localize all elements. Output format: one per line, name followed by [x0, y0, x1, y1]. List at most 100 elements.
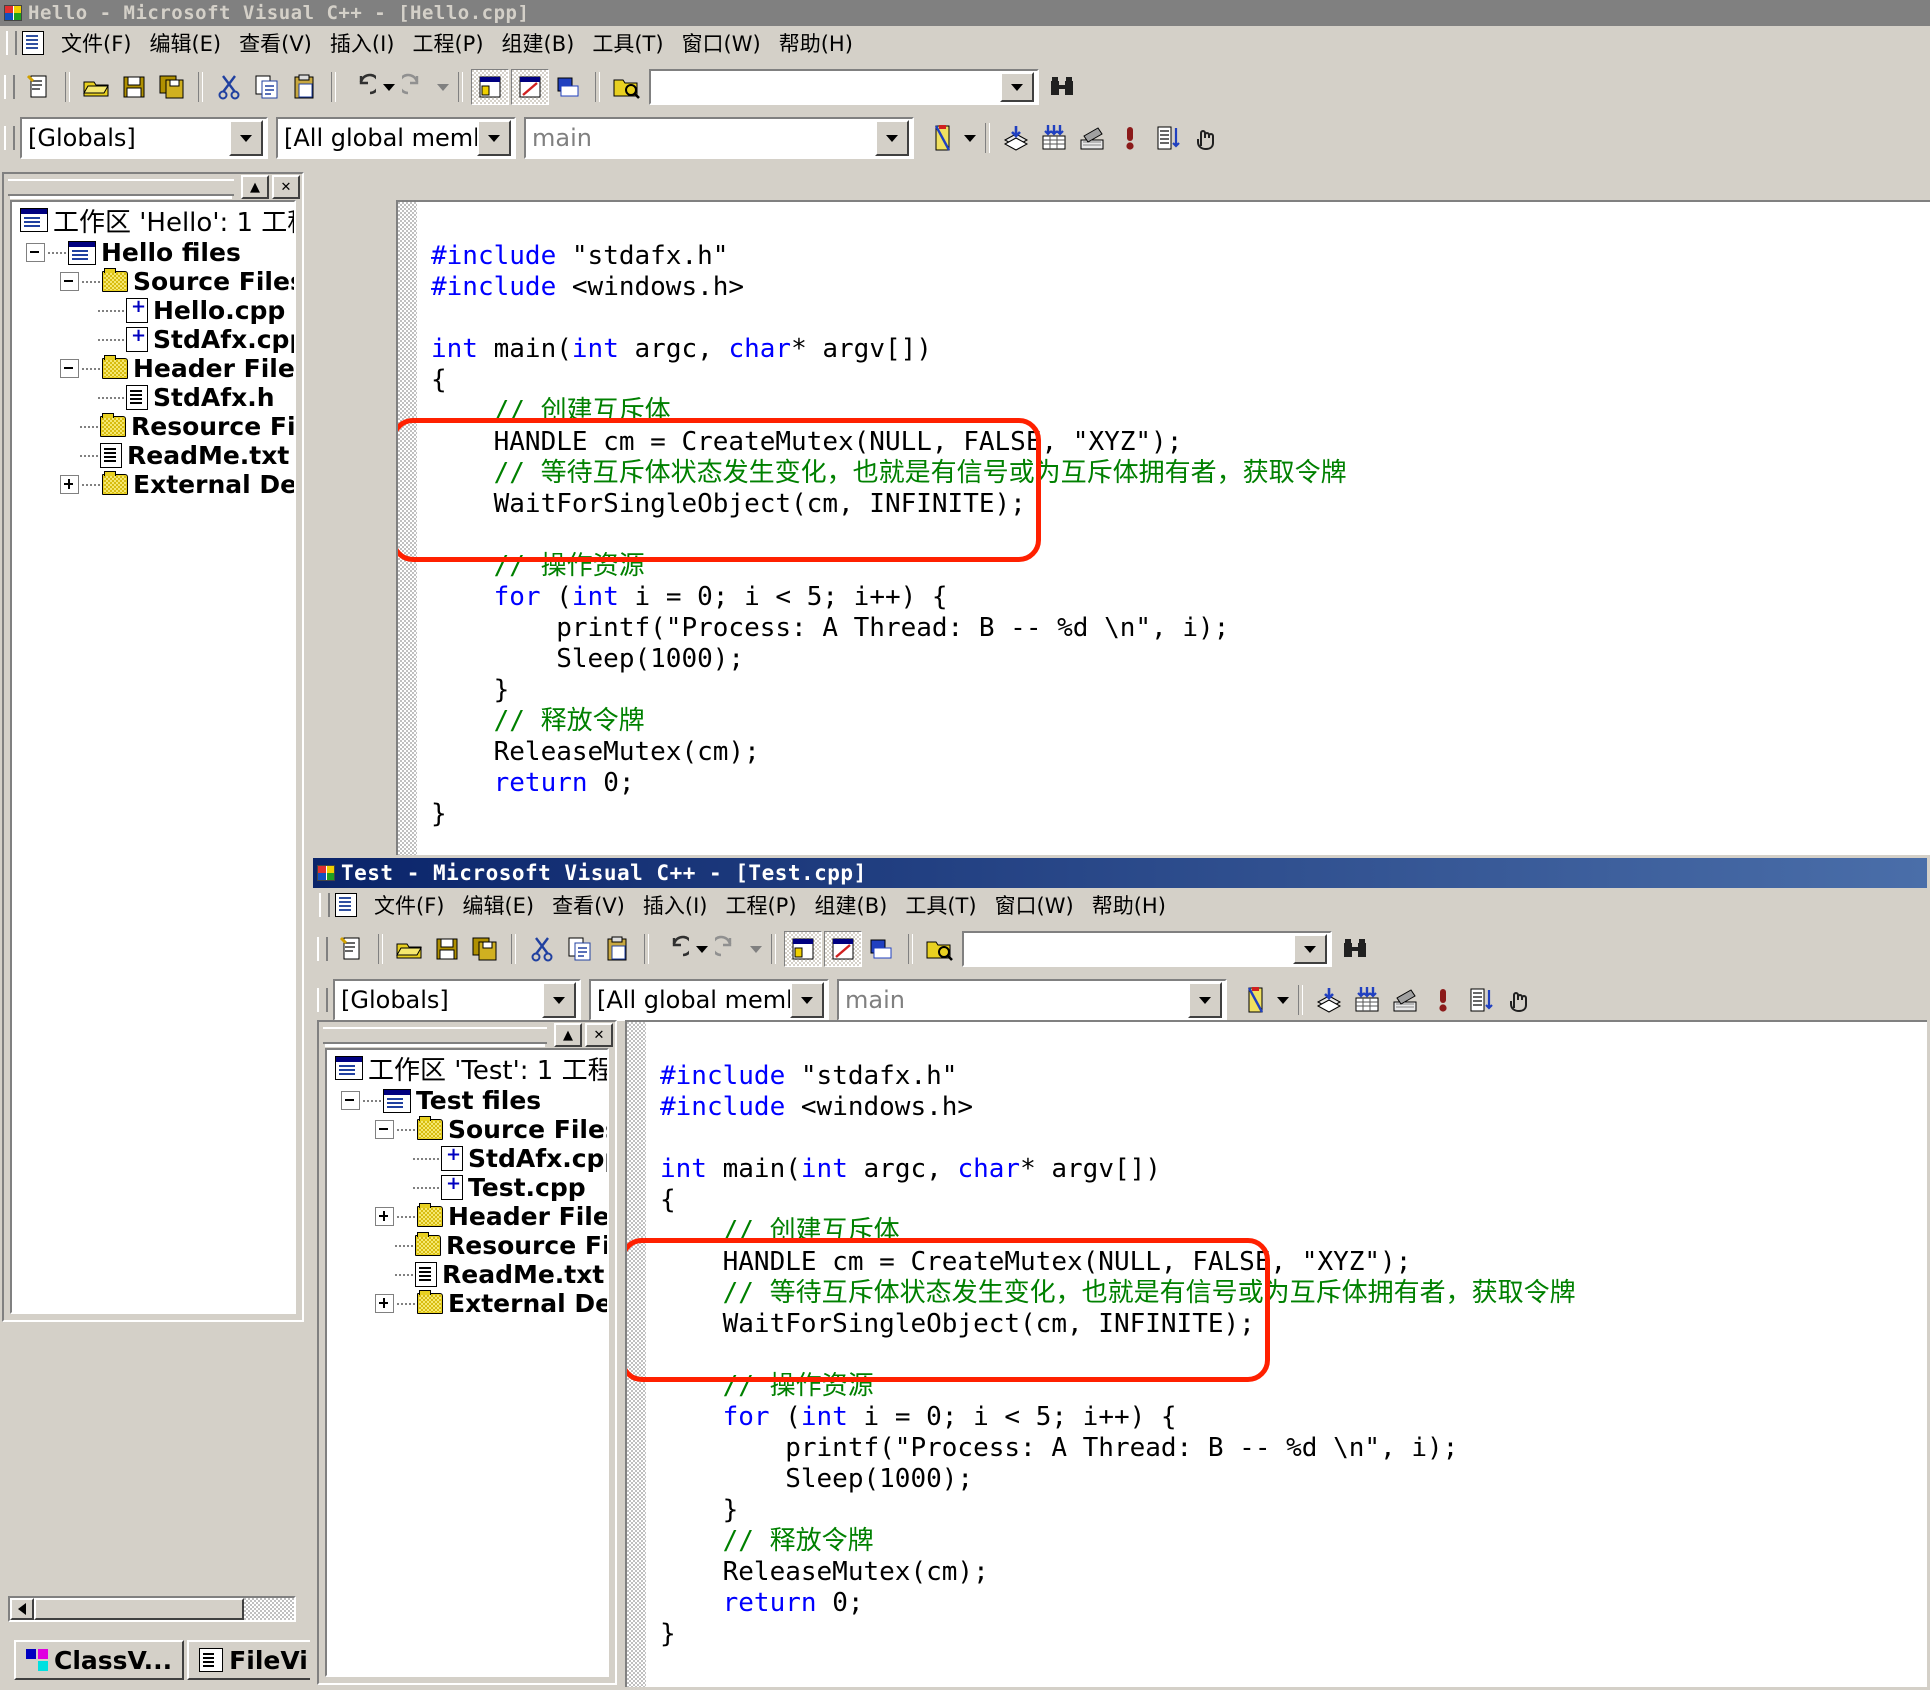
menu-tools[interactable]: 工具(T): [896, 887, 985, 923]
output-toggle-icon[interactable]: [824, 931, 862, 967]
compile-stack-icon[interactable]: [1311, 983, 1347, 1017]
menubar-gripper[interactable]: [319, 893, 330, 917]
members-combo[interactable]: [All global members: [276, 117, 516, 159]
cut-icon[interactable]: [211, 70, 247, 104]
open-folder-icon[interactable]: [391, 932, 427, 966]
tree-item-readme[interactable]: ReadMe.txt: [12, 441, 294, 470]
find-combo-input[interactable]: [962, 931, 1332, 967]
hand-icon[interactable]: [1501, 983, 1537, 1017]
menu-help[interactable]: 帮助(H): [1083, 887, 1175, 923]
symbol-combo-dropdown-icon[interactable]: [875, 120, 909, 156]
vc-window-test[interactable]: Test - Microsoft Visual C++ - [Test.cpp]…: [310, 855, 1930, 1690]
symbol-combo-dropdown-icon[interactable]: [1188, 982, 1222, 1018]
bookmark-dropdown-icon[interactable]: [1275, 983, 1291, 1017]
workspace-pane-caption[interactable]: ▲ ✕: [319, 1022, 615, 1047]
members-combo-dropdown-icon[interactable]: [477, 120, 511, 156]
standard-toolbar-test[interactable]: [313, 923, 1927, 975]
copy-icon[interactable]: [249, 70, 285, 104]
new-file-icon[interactable]: [334, 932, 370, 966]
window-titlebar-hello[interactable]: Hello - Microsoft Visual C++ - [Hello.cp…: [0, 0, 1930, 26]
tree-item-test-cpp[interactable]: Test.cpp: [327, 1173, 607, 1202]
expander-minus-icon[interactable]: [60, 359, 79, 378]
menubar-test[interactable]: 文件(F) 编辑(E) 查看(V) 插入(I) 工程(P) 组建(B) 工具(T…: [313, 888, 1927, 923]
stop-build-icon[interactable]: [1387, 983, 1423, 1017]
save-all-icon[interactable]: [467, 932, 503, 966]
wizardbar-test[interactable]: [Globals] [All global members main: [313, 975, 1927, 1025]
find-combo-input[interactable]: [649, 69, 1039, 105]
toolbar-gripper[interactable]: [317, 937, 328, 961]
undo-icon[interactable]: [344, 70, 380, 104]
tree-item-project[interactable]: Test files: [327, 1086, 607, 1115]
menu-window[interactable]: 窗口(W): [673, 25, 770, 61]
list-icon[interactable]: [1463, 983, 1499, 1017]
find-in-files-icon[interactable]: [921, 932, 957, 966]
tree-item-source-files[interactable]: Source Files: [12, 267, 294, 296]
workspace-pane-test[interactable]: ▲ ✕ 工作区 'Test': 1 工程 Test files Source F…: [317, 1020, 617, 1685]
tree-item-resource-files[interactable]: Resource Files: [12, 412, 294, 441]
expander-minus-icon[interactable]: [26, 243, 45, 262]
redo-icon[interactable]: [398, 70, 434, 104]
expander-plus-icon[interactable]: [375, 1294, 394, 1313]
workspace-toggle-icon[interactable]: [784, 931, 822, 967]
menu-help[interactable]: 帮助(H): [770, 25, 862, 61]
hand-icon[interactable]: [1188, 121, 1224, 155]
tree-item-hello-cpp[interactable]: Hello.cpp: [12, 296, 294, 325]
undo-icon[interactable]: [657, 932, 693, 966]
tree-item-readme[interactable]: ReadMe.txt: [327, 1260, 607, 1289]
expander-plus-icon[interactable]: [375, 1207, 394, 1226]
redo-dropdown-icon[interactable]: [748, 932, 764, 966]
menu-build[interactable]: 组建(B): [806, 887, 897, 923]
pane-maximize-icon[interactable]: ▲: [241, 175, 269, 199]
scope-combo-dropdown-icon[interactable]: [229, 120, 263, 156]
menu-window[interactable]: 窗口(W): [986, 887, 1083, 923]
undo-dropdown-icon[interactable]: [694, 932, 710, 966]
build-grid-icon[interactable]: [1349, 983, 1385, 1017]
menu-view[interactable]: 查看(V): [230, 25, 321, 61]
tree-item-resource-files[interactable]: Resource Files: [327, 1231, 607, 1260]
menu-view[interactable]: 查看(V): [543, 887, 634, 923]
toolbar-gripper[interactable]: [4, 75, 15, 99]
menu-build[interactable]: 组建(B): [493, 25, 584, 61]
exclaim-icon[interactable]: [1425, 983, 1461, 1017]
menu-file[interactable]: 文件(F): [52, 25, 140, 61]
menu-tools[interactable]: 工具(T): [583, 25, 672, 61]
standard-toolbar-hello[interactable]: [0, 61, 1930, 113]
tree-item-stdafx-h[interactable]: StdAfx.h: [12, 383, 294, 412]
exclaim-icon[interactable]: [1112, 121, 1148, 155]
open-folder-icon[interactable]: [78, 70, 114, 104]
watch-toggle-icon[interactable]: [864, 932, 900, 966]
tree-item-external-depend[interactable]: External Depend: [327, 1289, 607, 1318]
menu-insert[interactable]: 插入(I): [634, 887, 717, 923]
menu-edit[interactable]: 编辑(E): [453, 887, 543, 923]
tree-item-project[interactable]: Hello files: [12, 238, 294, 267]
menu-edit[interactable]: 编辑(E): [140, 25, 230, 61]
tab-fileview[interactable]: FileVi: [187, 1640, 320, 1680]
code-editor-test[interactable]: #include "stdafx.h" #include <windows.h>…: [625, 1020, 1927, 1687]
watch-toggle-icon[interactable]: [551, 70, 587, 104]
build-grid-icon[interactable]: [1036, 121, 1072, 155]
tree-item-source-files[interactable]: Source Files: [327, 1115, 607, 1144]
menu-project[interactable]: 工程(P): [403, 25, 492, 61]
menubar-hello[interactable]: 文件(F) 编辑(E) 查看(V) 插入(I) 工程(P) 组建(B) 工具(T…: [0, 26, 1930, 61]
expander-minus-icon[interactable]: [375, 1120, 394, 1139]
menubar-gripper[interactable]: [6, 31, 17, 55]
wizardbar-gripper[interactable]: [4, 126, 15, 150]
pane-close-icon[interactable]: ✕: [585, 1023, 613, 1047]
expander-minus-icon[interactable]: [60, 272, 79, 291]
tree-item-stdafx-cpp[interactable]: StdAfx.cpp: [327, 1144, 607, 1173]
cut-icon[interactable]: [524, 932, 560, 966]
tree-item-external-depend[interactable]: External Depend: [12, 470, 294, 499]
workspace-pane-caption[interactable]: ▲ ✕: [4, 174, 302, 199]
bookmark-icon[interactable]: [925, 121, 961, 155]
workspace-tree-hello[interactable]: 工作区 'Hello': 1 工程 Hello files Source Fil…: [10, 200, 296, 1314]
tree-item-header-files[interactable]: Header Files: [327, 1202, 607, 1231]
bookmark-icon[interactable]: [1238, 983, 1274, 1017]
members-combo[interactable]: [All global members: [589, 979, 829, 1021]
expander-plus-icon[interactable]: [60, 475, 79, 494]
symbol-combo[interactable]: main: [837, 979, 1227, 1021]
compile-stack-icon[interactable]: [998, 121, 1034, 155]
workspace-tree-test[interactable]: 工作区 'Test': 1 工程 Test files Source Files…: [325, 1048, 609, 1677]
wizardbar-hello[interactable]: [Globals] [All global members main: [0, 113, 1930, 163]
scope-combo[interactable]: [Globals]: [333, 979, 581, 1021]
tree-root-workspace[interactable]: 工作区 'Test': 1 工程: [327, 1050, 607, 1086]
